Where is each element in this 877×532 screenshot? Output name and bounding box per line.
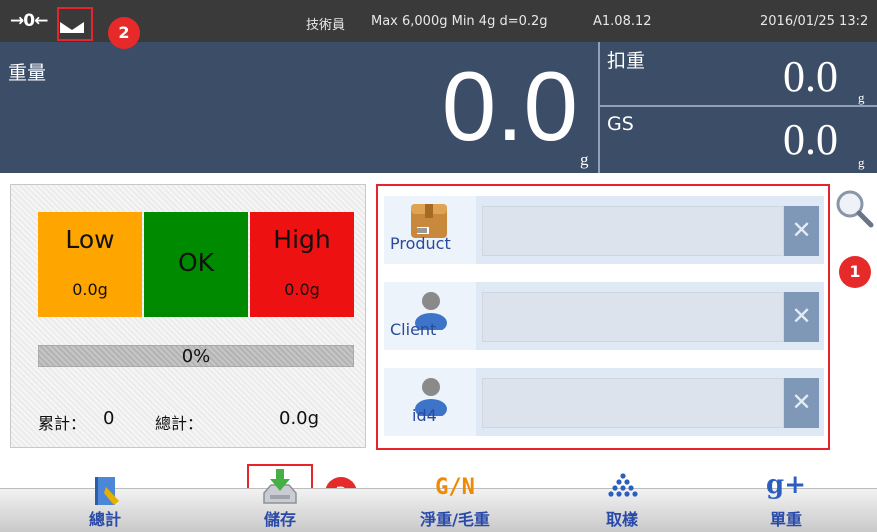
gs-unit: g [858, 155, 865, 170]
scale-spec: Max 6,000g Min 4g d=0.2g [371, 14, 548, 29]
id-fields-panel: Product ✕ Client ✕ id4 ✕ [376, 184, 830, 450]
gs-label: GS [607, 113, 634, 135]
unit-weight-icon: g+ [766, 470, 806, 500]
weight-value: 0.0 [441, 51, 578, 161]
save-tray-icon [263, 469, 297, 504]
save-button[interactable]: 儲存 [225, 469, 335, 532]
count-label: 累計： [38, 414, 87, 433]
tare-label: 扣重 [607, 50, 646, 72]
datetime: 2016/01/25 13:2 [760, 14, 869, 29]
product-input[interactable] [482, 206, 784, 256]
ok-label: OK [177, 248, 215, 277]
total-label: 總計 [88, 510, 121, 529]
product-clear-button[interactable]: ✕ [784, 206, 819, 256]
high-value: 0.0g [284, 280, 320, 299]
save-label: 儲存 [263, 510, 296, 529]
firmware-version: A1.08.12 [593, 14, 652, 29]
high-indicator: High 0.0g [250, 212, 354, 317]
weight-display: 重量 0.0 g 扣重 0.0 g GS 0.0 g [0, 42, 877, 173]
progress-percent: 0% [181, 346, 211, 367]
unit-weight-button[interactable]: g+ 單重 [731, 470, 841, 532]
total-button[interactable]: 總計 [50, 477, 160, 532]
id-row-client: Client ✕ [384, 282, 824, 350]
weight-unit: g [580, 150, 589, 169]
low-indicator: Low 0.0g [38, 212, 142, 317]
id-label-product: Product [390, 234, 451, 253]
total-value: 0.0g [279, 408, 320, 429]
total-label: 總計： [155, 414, 204, 433]
id4-clear-button[interactable]: ✕ [784, 378, 819, 428]
id-row-product: Product ✕ [384, 196, 824, 264]
callout-2: 2 [108, 17, 140, 49]
search-icon[interactable] [834, 188, 874, 228]
sample-button[interactable]: 取樣 [567, 473, 677, 532]
id-label-client: Client [390, 320, 437, 339]
weight-label: 重量 [8, 62, 47, 84]
stable-highlight-box [57, 7, 93, 41]
id4-input[interactable] [482, 378, 784, 428]
checkweigh-panel: Low 0.0g OK High 0.0g 0% 累計： 0 總計： 0.0g [10, 184, 366, 448]
user-role: 技術員 [306, 18, 346, 33]
id-row-id4: id4 ✕ [384, 368, 824, 436]
sample-dots-icon [608, 473, 638, 497]
gs-value: 0.0 [783, 115, 838, 164]
gn-icon: G/N [435, 475, 475, 500]
net-gross-label: 淨重/毛重 [420, 510, 490, 529]
sample-label: 取樣 [605, 510, 638, 529]
scale-screen: →0← 技術員 Max 6,000g Min 4g d=0.2g A1.08.1… [0, 0, 877, 532]
callout-1: 1 [839, 256, 871, 288]
net-gross-button[interactable]: G/N 淨重/毛重 [400, 475, 510, 532]
client-input[interactable] [482, 292, 784, 342]
divider [598, 105, 877, 107]
total-book-icon [95, 477, 119, 505]
high-label: High [273, 225, 331, 254]
id-label-id4: id4 [412, 406, 437, 425]
divider [598, 42, 600, 173]
bottom-toolbar: 總計 儲存 G/N 淨重/毛重 取樣 g+ 單重 [0, 469, 877, 532]
low-value: 0.0g [72, 280, 108, 299]
client-clear-button[interactable]: ✕ [784, 292, 819, 342]
tare-unit: g [858, 90, 865, 105]
low-label: Low [65, 225, 115, 254]
unit-weight-label: 單重 [769, 510, 802, 529]
tare-value: 0.0 [783, 52, 838, 101]
count-value: 0 [103, 408, 115, 429]
ok-indicator: OK [144, 212, 248, 317]
zero-indicator: →0← [10, 11, 48, 31]
